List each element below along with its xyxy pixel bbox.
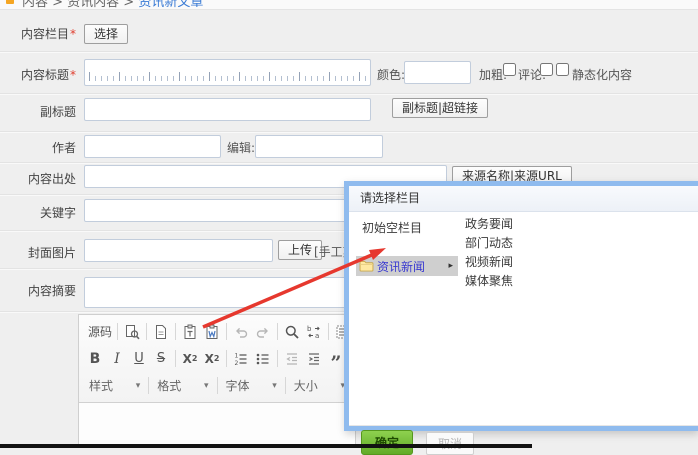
svg-text:a: a <box>315 332 319 340</box>
undo-button[interactable] <box>230 321 252 343</box>
size-dropdown[interactable]: 大小▾ <box>289 375 350 396</box>
ordered-list-icon: 12 <box>233 351 249 367</box>
source-code-button[interactable]: 源码 <box>84 321 114 343</box>
tree-item-label: 资讯新闻 <box>377 258 425 275</box>
superscript-button[interactable]: X2 <box>201 348 223 370</box>
row-divider <box>0 51 698 53</box>
subtitle-label: 副标题 <box>4 103 76 120</box>
author-label: 作者 <box>4 139 76 156</box>
preview-button[interactable] <box>121 321 143 343</box>
comment-checkbox[interactable] <box>540 63 553 76</box>
content-summary-label: 内容摘要 <box>4 282 76 299</box>
svg-text:1: 1 <box>235 352 239 359</box>
find-button[interactable] <box>281 321 303 343</box>
format-dropdown[interactable]: 格式▾ <box>152 375 213 396</box>
color-label: 颜色: <box>377 66 405 83</box>
redo-button[interactable] <box>252 321 274 343</box>
editor-content-area[interactable] <box>79 403 355 449</box>
select-column-dialog: 请选择栏目 初始空栏目 资讯新闻 ▸ 政务要闻 部门动态 视频新闻 媒体聚焦 确… <box>344 181 698 431</box>
required-mark: * <box>70 27 76 41</box>
breadcrumb-prefix[interactable]: 内容 > 资讯内容 > <box>22 0 134 10</box>
italic-button[interactable]: I <box>106 348 128 370</box>
content-column-label: 内容栏目* <box>4 25 76 42</box>
undo-icon <box>233 324 249 340</box>
template-button[interactable] <box>150 321 172 343</box>
row-divider <box>0 93 698 95</box>
outdent-icon <box>284 351 300 367</box>
subcolumn-item[interactable]: 政务要闻 <box>465 215 513 234</box>
editor-input[interactable] <box>255 135 383 158</box>
dialog-body: 初始空栏目 资讯新闻 ▸ 政务要闻 部门动态 视频新闻 媒体聚焦 确定 取消 <box>349 212 698 400</box>
dialog-title: 请选择栏目 <box>349 186 698 212</box>
breadcrumb-bar: 内容 > 资讯内容 > 资讯新文章 <box>0 0 698 10</box>
author-input[interactable] <box>84 135 221 158</box>
subscript-button[interactable]: X2 <box>179 348 201 370</box>
replace-icon: ba <box>306 324 322 340</box>
chevron-down-icon: ▾ <box>272 381 277 391</box>
rich-text-editor: 源码 <box>78 314 356 448</box>
subcolumn-item[interactable]: 媒体聚焦 <box>465 272 513 291</box>
replace-button[interactable]: ba <box>303 321 325 343</box>
preview-icon <box>124 324 140 340</box>
keywords-input[interactable] <box>84 199 368 222</box>
submenu-caret-icon: ▸ <box>448 261 453 271</box>
bullet-list-icon <box>255 351 271 367</box>
svg-text:b: b <box>307 325 312 333</box>
redo-icon <box>255 324 271 340</box>
content-summary-textarea[interactable] <box>84 277 368 308</box>
dialog-footer-divider <box>349 425 698 426</box>
editor-toolbar: 源码 <box>79 315 355 403</box>
subcolumn-item[interactable]: 部门动态 <box>465 234 513 253</box>
font-dropdown[interactable]: 字体▾ <box>221 375 282 396</box>
paste-text-icon <box>182 324 198 340</box>
editor-label: 编辑: <box>227 139 255 156</box>
styles-dropdown[interactable]: 样式▾ <box>84 375 145 396</box>
content-title-input[interactable] <box>84 59 371 86</box>
cover-image-input[interactable] <box>84 239 273 262</box>
paste-text-button[interactable] <box>179 321 201 343</box>
template-icon <box>153 324 169 340</box>
keywords-label: 关键字 <box>4 204 76 221</box>
find-icon <box>284 324 300 340</box>
required-mark: * <box>70 68 76 82</box>
folder-icon <box>359 260 374 272</box>
cover-image-label: 封面图片 <box>4 244 76 261</box>
subtitle-input[interactable] <box>84 98 371 121</box>
row-divider <box>0 131 698 133</box>
subcolumn-item[interactable]: 视频新闻 <box>465 253 513 272</box>
paste-word-button[interactable] <box>201 321 223 343</box>
select-column-button[interactable]: 选择 <box>84 24 128 44</box>
breadcrumb[interactable]: 内容 > 资讯内容 > 资讯新文章 <box>22 0 203 10</box>
indent-button[interactable] <box>303 348 325 370</box>
bold-button[interactable]: B <box>84 348 106 370</box>
breadcrumb-icon <box>6 0 14 4</box>
chevron-down-icon: ▾ <box>136 381 141 391</box>
title-color-input[interactable] <box>404 61 471 84</box>
static-content-checkbox[interactable] <box>556 63 569 76</box>
row-divider <box>0 162 698 164</box>
bullet-list-button[interactable] <box>252 348 274 370</box>
breadcrumb-current: 资讯新文章 <box>138 0 203 10</box>
subtitle-hyperlink-button[interactable]: 副标题|超链接 <box>392 98 488 118</box>
static-content-label: 静态化内容 <box>572 66 632 83</box>
svg-text:2: 2 <box>235 360 239 367</box>
chevron-down-icon: ▾ <box>204 381 209 391</box>
ordered-list-button[interactable]: 12 <box>230 348 252 370</box>
content-source-label: 内容出处 <box>4 170 76 187</box>
screenshot-bottom-edge <box>0 444 532 448</box>
content-title-label: 内容标题* <box>4 66 76 83</box>
strikethrough-button[interactable]: S <box>150 348 172 370</box>
underline-button[interactable]: U <box>128 348 150 370</box>
indent-icon <box>306 351 322 367</box>
bold-checkbox[interactable] <box>503 63 516 76</box>
ok-button[interactable]: 确定 <box>361 430 413 455</box>
subcolumn-menu: 政务要闻 部门动态 视频新闻 媒体聚焦 <box>465 215 513 291</box>
paste-word-icon <box>204 324 220 340</box>
tree-item-initial-empty-column[interactable]: 初始空栏目 <box>362 219 422 236</box>
outdent-button[interactable] <box>281 348 303 370</box>
tree-item-news-selected[interactable]: 资讯新闻 ▸ <box>356 256 458 276</box>
